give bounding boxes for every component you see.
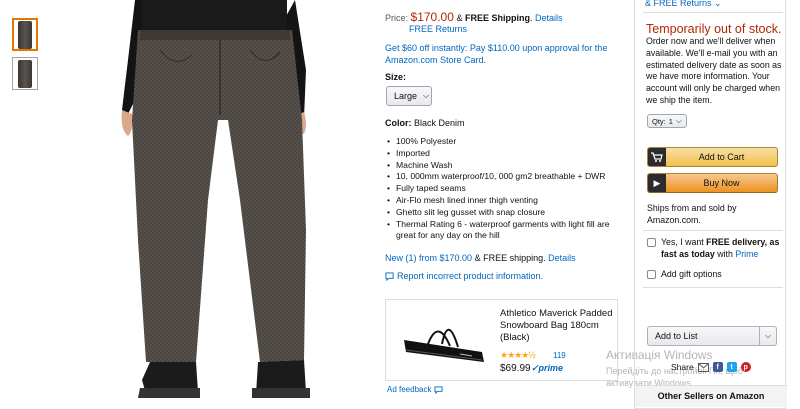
add-to-cart-button[interactable]: Add to Cart [647,147,778,167]
color-label: Color: [385,118,412,128]
report-row[interactable]: Report incorrect product information. [385,271,543,281]
ad-feedback[interactable]: Ad feedback [387,385,443,394]
ad-feedback-label[interactable]: Ad feedback [387,385,431,394]
other-sellers-header: Other Sellers on Amazon [635,385,787,407]
feature-bullets: 100% Polyester Imported Machine Wash 10,… [385,136,617,242]
snowboard-bag-image [404,328,484,362]
new-offers-link[interactable]: New (1) from $170.00 [385,253,472,263]
free-returns-link[interactable]: FREE Returns [409,24,467,34]
offers-details-link[interactable]: Details [548,253,576,263]
thumbnail-1[interactable] [12,18,38,51]
free-shipping-label: FREE Shipping [464,13,530,23]
ad-price: $69.99 [500,363,531,374]
buy-now-button[interactable]: ▶ Buy Now [647,173,778,193]
divider [643,287,783,288]
feature-bullet: Imported [385,148,617,160]
stock-status: Temporarily out of stock. [646,22,782,36]
gift-label: Add gift options [661,269,722,279]
buy-now-label: Buy Now [703,178,740,188]
size-value: Large [394,91,418,101]
share-label: Share [671,362,694,372]
price-value: $170.00 [410,10,454,24]
offers-shipping: FREE shipping. [483,253,546,263]
divider [643,230,783,231]
feature-bullet: Thermal Rating 6 - waterproof garments w… [385,219,617,243]
feedback-icon [434,385,443,394]
chevron-down-icon: ⌵ [675,116,682,125]
gift-checkbox[interactable] [647,270,656,279]
feature-bullet: Air-Flo mesh lined inner thigh venting [385,195,617,207]
speech-bubble-icon [385,271,394,281]
price-amp: & [456,13,463,23]
price-row: Price: $170.00 & FREE Shipping. Details [385,10,563,24]
cart-icon [648,148,666,166]
feature-bullet: Fully taped seams [385,183,617,195]
add-to-list-label: Add to List [655,331,698,341]
store-card-promo[interactable]: Get $60 off instantly: Pay $110.00 upon … [385,42,610,66]
stock-message: Order now and we'll deliver when availab… [646,36,782,105]
qty-value: 1 [668,116,673,126]
feature-bullet: Ghetto slit leg gusset with snap closure [385,207,617,219]
pinterest-icon[interactable]: p [740,362,751,372]
size-dropdown[interactable]: Large ⌵ [386,86,432,106]
buybox-free-returns[interactable]: & FREE Returns ⌄ [645,0,722,9]
email-icon[interactable] [697,362,709,372]
buy-box: & FREE Returns ⌄ Temporarily out of stoc… [634,0,787,409]
offers-row: New (1) from $170.00 & FREE shipping. De… [385,253,576,263]
size-label: Size: [385,72,407,82]
qty-label: Qty: [652,116,666,126]
add-to-list-button[interactable]: Add to List ⌵ [647,326,777,346]
feature-bullet: 100% Polyester [385,136,617,148]
product-image [121,0,310,398]
feature-bullet: 10, 000mm waterproof/10, 000 gm2 breatha… [385,171,617,183]
ad-star-rating: ★★★★½ [500,350,536,360]
chevron-down-icon: ⌄ [714,0,722,8]
thumbnail-strip [12,18,38,96]
free-delivery-option[interactable]: Yes, I want FREE delivery, as fast as to… [647,236,781,260]
prime-badge: ✓prime [531,363,564,373]
buybox-returns-label[interactable]: & FREE Returns [645,0,712,8]
free-delivery-checkbox[interactable] [647,238,656,247]
shipping-details-link[interactable]: Details [535,13,563,23]
free-delivery-pre: Yes, I want [661,237,707,247]
gift-option[interactable]: Add gift options [647,268,781,280]
color-row: Color: Black Denim [385,118,465,128]
chevron-down-icon: ⌵ [423,91,430,100]
divider [643,12,783,13]
offers-amp: & [474,253,481,263]
share-row: Share f t p [671,362,751,372]
quantity-dropdown[interactable]: Qty: 1 ⌵ [647,114,687,128]
feature-bullet: Machine Wash [385,160,617,172]
chevron-down-icon[interactable]: ⌵ [759,327,776,345]
ships-from: Ships from and sold by Amazon.com. [647,203,737,225]
price-label: Price: [385,13,409,23]
twitter-icon[interactable]: t [726,362,737,372]
ad-title[interactable]: Athletico Maverick Padded Snowboard Bag … [500,308,615,344]
add-to-cart-label: Add to Cart [698,152,745,162]
thumbnail-2[interactable] [12,57,38,90]
play-icon: ▶ [648,174,666,192]
report-link[interactable]: Report incorrect product information. [397,271,543,281]
prime-link[interactable]: Prime [735,249,758,259]
facebook-icon[interactable]: f [712,362,723,372]
free-delivery-mid: with [714,249,736,259]
ad-rating-count[interactable]: 119 [553,351,566,360]
color-value: Black Denim [414,118,465,128]
sponsored-ad[interactable]: Athletico Maverick Padded Snowboard Bag … [385,299,618,381]
